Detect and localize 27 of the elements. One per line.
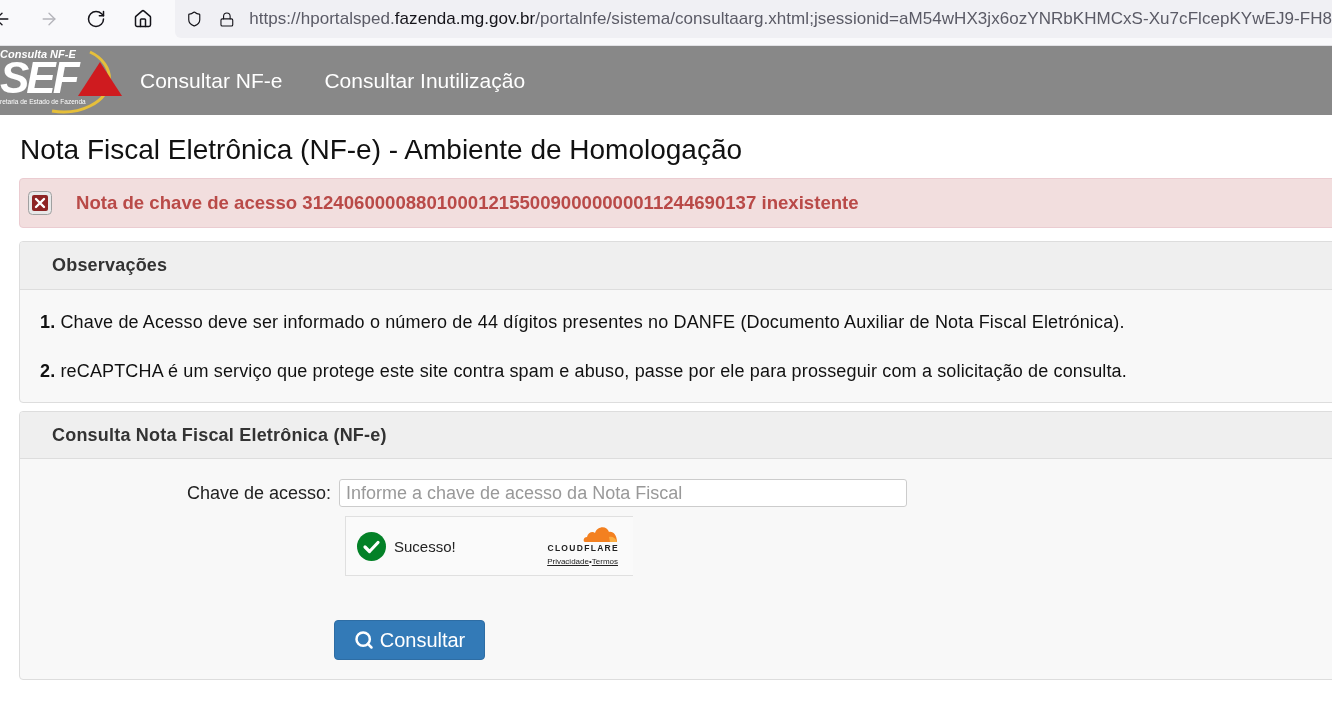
- access-key-input[interactable]: Informe a chave de acesso da Nota Fiscal: [339, 479, 907, 507]
- field-label: Chave de acesso:: [186, 482, 331, 505]
- search-icon: [353, 630, 374, 650]
- footer-link[interactable]: Privacidade: [547, 556, 589, 567]
- observation-text: 2. reCAPTCHA é um serviço que protege este site contra spam e abuso, passe por ele para prosseguir com a solicitação de consulta.: [40, 360, 1127, 383]
- reload-icon[interactable]: [86, 9, 106, 29]
- triangle-icon: [78, 62, 122, 96]
- shield-icon[interactable]: [186, 9, 203, 29]
- panel-title: Consulta Nota Fiscal Eletrônica (NF-e): [52, 424, 387, 446]
- address-bar[interactable]: https://hportalsped.fazenda.mg.gov.br/portalnfe/sistema/consultaarg.xhtml;jsessionid=aM54wHX3jx6ozYNRbKHMCxS-Xu7cFlcepKYwEJ9-FH8: [175, 0, 1332, 38]
- captcha-status: Sucesso!: [394, 537, 456, 555]
- url-text: https://hportalsped.fazenda.mg.gov.br/portalnfe/sistema/consultaarg.xhtml;jsessionid=aM54wHX3jx6ozYNRbKHMCxS-Xu7cFlcepKYwEJ9-FH8: [249, 9, 1332, 29]
- menu-link[interactable]: Consultar NF-e: [140, 68, 283, 93]
- logo-caption: Consulta NF-E: [0, 48, 76, 60]
- observation-text: 1. Chave de Acesso deve ser informado o número de 44 dígitos presentes no DANFE (Documento Auxiliar de Nota Fiscal Eletrónica).: [40, 311, 1125, 334]
- menu-link[interactable]: Consultar Inutilização: [324, 68, 526, 93]
- footer-link[interactable]: Termos: [591, 556, 618, 567]
- page-title: Nota Fiscal Eletrônica (NF-e) - Ambiente de Homologação: [20, 133, 743, 167]
- error-x-icon: [28, 191, 52, 215]
- home-icon[interactable]: [133, 9, 153, 29]
- lock-icon[interactable]: [218, 9, 235, 29]
- brand-name: CLOUDFLARE: [547, 543, 619, 553]
- panel-title: Observações: [52, 255, 168, 276]
- logo-wordmark: SEF: [0, 61, 77, 95]
- cloud-icon: [582, 525, 618, 543]
- submit-button[interactable]: Consultar: [334, 620, 485, 660]
- alert-message: Nota de chave de acesso 31240600008801000121550090000000011244690137 inexistente: [76, 192, 859, 214]
